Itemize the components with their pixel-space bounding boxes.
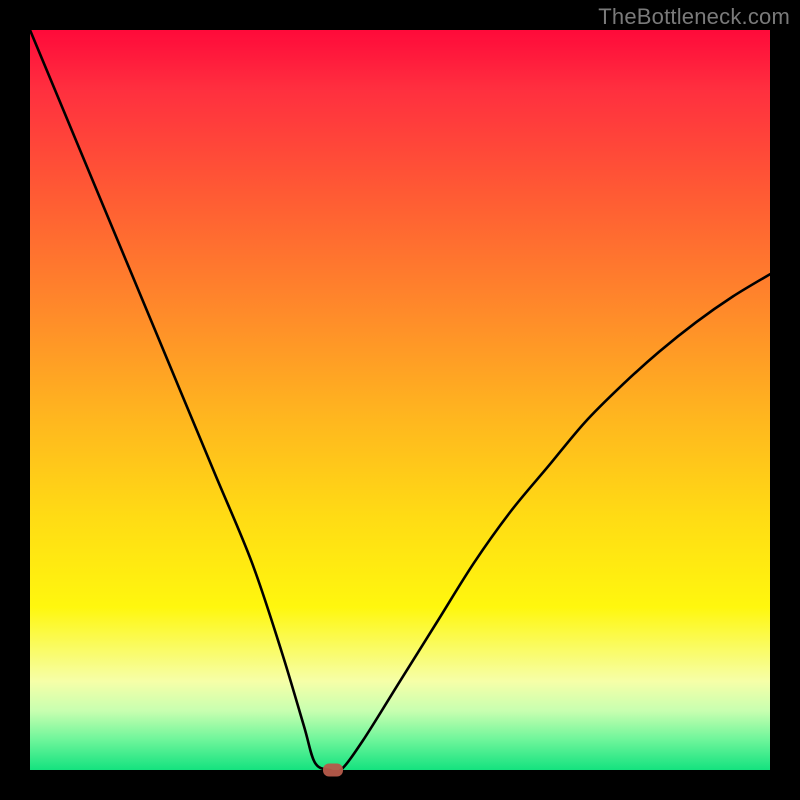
bottleneck-curve-path xyxy=(30,30,770,770)
curve-svg xyxy=(30,30,770,770)
watermark-label: TheBottleneck.com xyxy=(598,4,790,30)
optimum-marker xyxy=(323,764,343,777)
chart-frame: TheBottleneck.com xyxy=(0,0,800,800)
plot-area xyxy=(30,30,770,770)
